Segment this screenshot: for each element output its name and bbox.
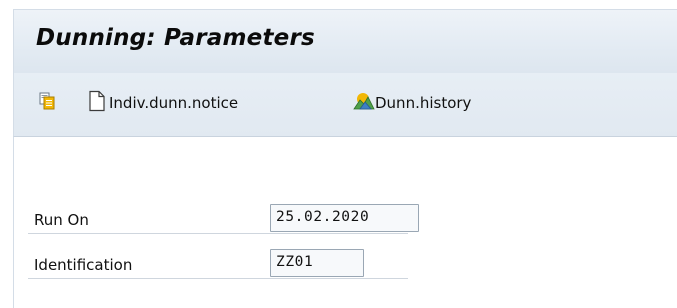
copy-icon (37, 91, 57, 115)
row-divider (28, 233, 408, 234)
title-bar: Dunning: Parameters (13, 9, 677, 73)
document-icon (88, 90, 106, 116)
run-on-row: Run On 25.02.2020 (28, 204, 419, 234)
individual-dunning-notice-label: Indiv.dunn.notice (109, 94, 239, 112)
dunning-history-button[interactable]: Dunn.history (353, 91, 471, 115)
parameters-form: Run On 25.02.2020 Identification ZZ01 (13, 137, 677, 308)
individual-dunning-notice-button[interactable]: Indiv.dunn.notice (88, 90, 239, 116)
identification-label: Identification (34, 256, 133, 274)
application-toolbar: Indiv.dunn.notice Dunn.history (13, 73, 677, 137)
copy-button[interactable] (37, 91, 57, 115)
row-divider (28, 278, 408, 279)
run-on-field[interactable]: 25.02.2020 (270, 204, 419, 232)
identification-row: Identification ZZ01 (28, 249, 408, 279)
mountain-chart-icon (353, 91, 375, 115)
page-title: Dunning: Parameters (36, 25, 315, 51)
run-on-label: Run On (34, 211, 89, 229)
identification-field[interactable]: ZZ01 (270, 249, 364, 277)
dunning-history-label: Dunn.history (375, 94, 472, 112)
sap-window: Dunning: Parameters Indiv.dunn.notice Du… (0, 0, 677, 308)
